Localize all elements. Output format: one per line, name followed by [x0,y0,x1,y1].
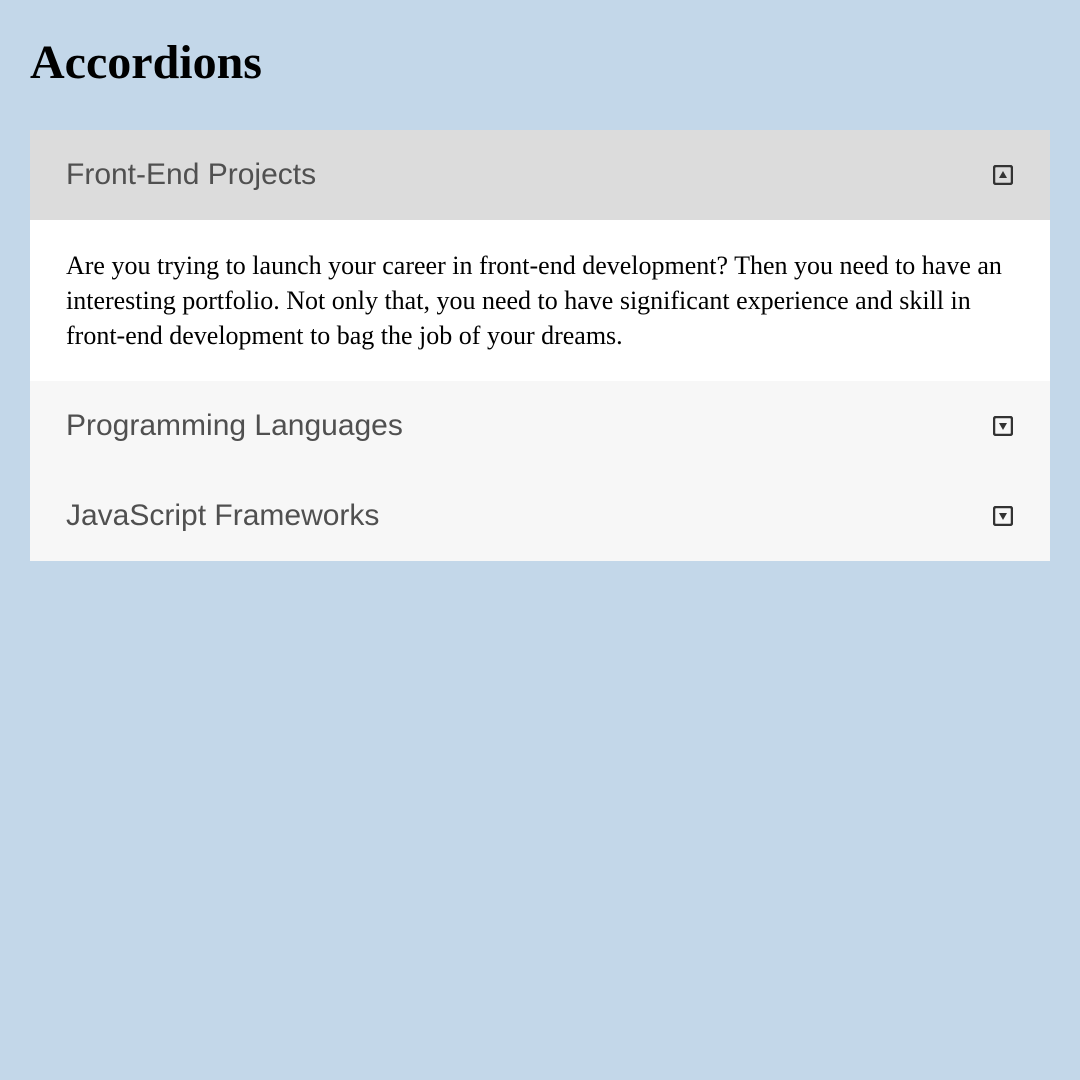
accordion-body-front-end-projects: Are you trying to launch your career in … [30,220,1050,381]
caret-down-icon [992,415,1014,437]
accordion-container: Front-End Projects Are you trying to lau… [30,130,1050,561]
caret-down-icon [992,505,1014,527]
accordion-title: Programming Languages [66,409,403,443]
accordion-title: Front-End Projects [66,158,316,192]
caret-up-icon [992,164,1014,186]
page-heading: Accordions [30,35,1050,90]
accordion-header-front-end-projects[interactable]: Front-End Projects [30,130,1050,220]
accordion-title: JavaScript Frameworks [66,499,379,533]
accordion-header-programming-languages[interactable]: Programming Languages [30,381,1050,471]
accordion-header-javascript-frameworks[interactable]: JavaScript Frameworks [30,471,1050,561]
